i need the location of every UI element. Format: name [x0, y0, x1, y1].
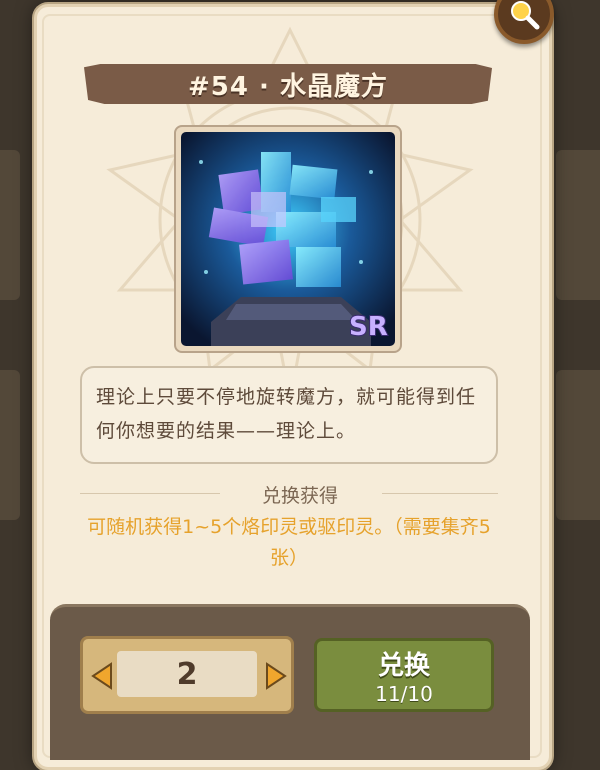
card-description: 理论上只要不停地旋转魔方，就可能得到任何你想要的结果——理论上。 [80, 366, 498, 464]
reward-description: 可随机获得1~5个烙印灵或驱印灵。（需要集齐5张） [87, 516, 491, 569]
chevron-left-icon [91, 662, 112, 690]
quantity-value: 2 [176, 656, 198, 692]
exchange-section-label: 兑换获得 [261, 485, 338, 507]
increase-button[interactable] [263, 661, 289, 691]
quantity-stepper: 2 [80, 636, 294, 714]
background-card-left-1 [0, 150, 20, 300]
exchange-button[interactable]: 兑换 11/10 [314, 638, 494, 712]
chevron-right-icon [266, 662, 287, 690]
rarity-badge: SR [349, 312, 388, 342]
card-image-frame: SR [174, 125, 402, 353]
exchange-button-label: 兑换 [377, 650, 430, 681]
owned-count: 11/10 [375, 681, 433, 706]
crystal-cube-image: SR [181, 132, 395, 346]
background-card-right-1 [556, 150, 600, 300]
card-title: #54 · 水晶魔方 [188, 71, 388, 102]
search-icon [511, 1, 540, 30]
quantity-display: 2 [117, 651, 257, 697]
card-title-banner: #54 · 水晶魔方 [84, 64, 492, 104]
decrease-button[interactable] [89, 661, 115, 691]
